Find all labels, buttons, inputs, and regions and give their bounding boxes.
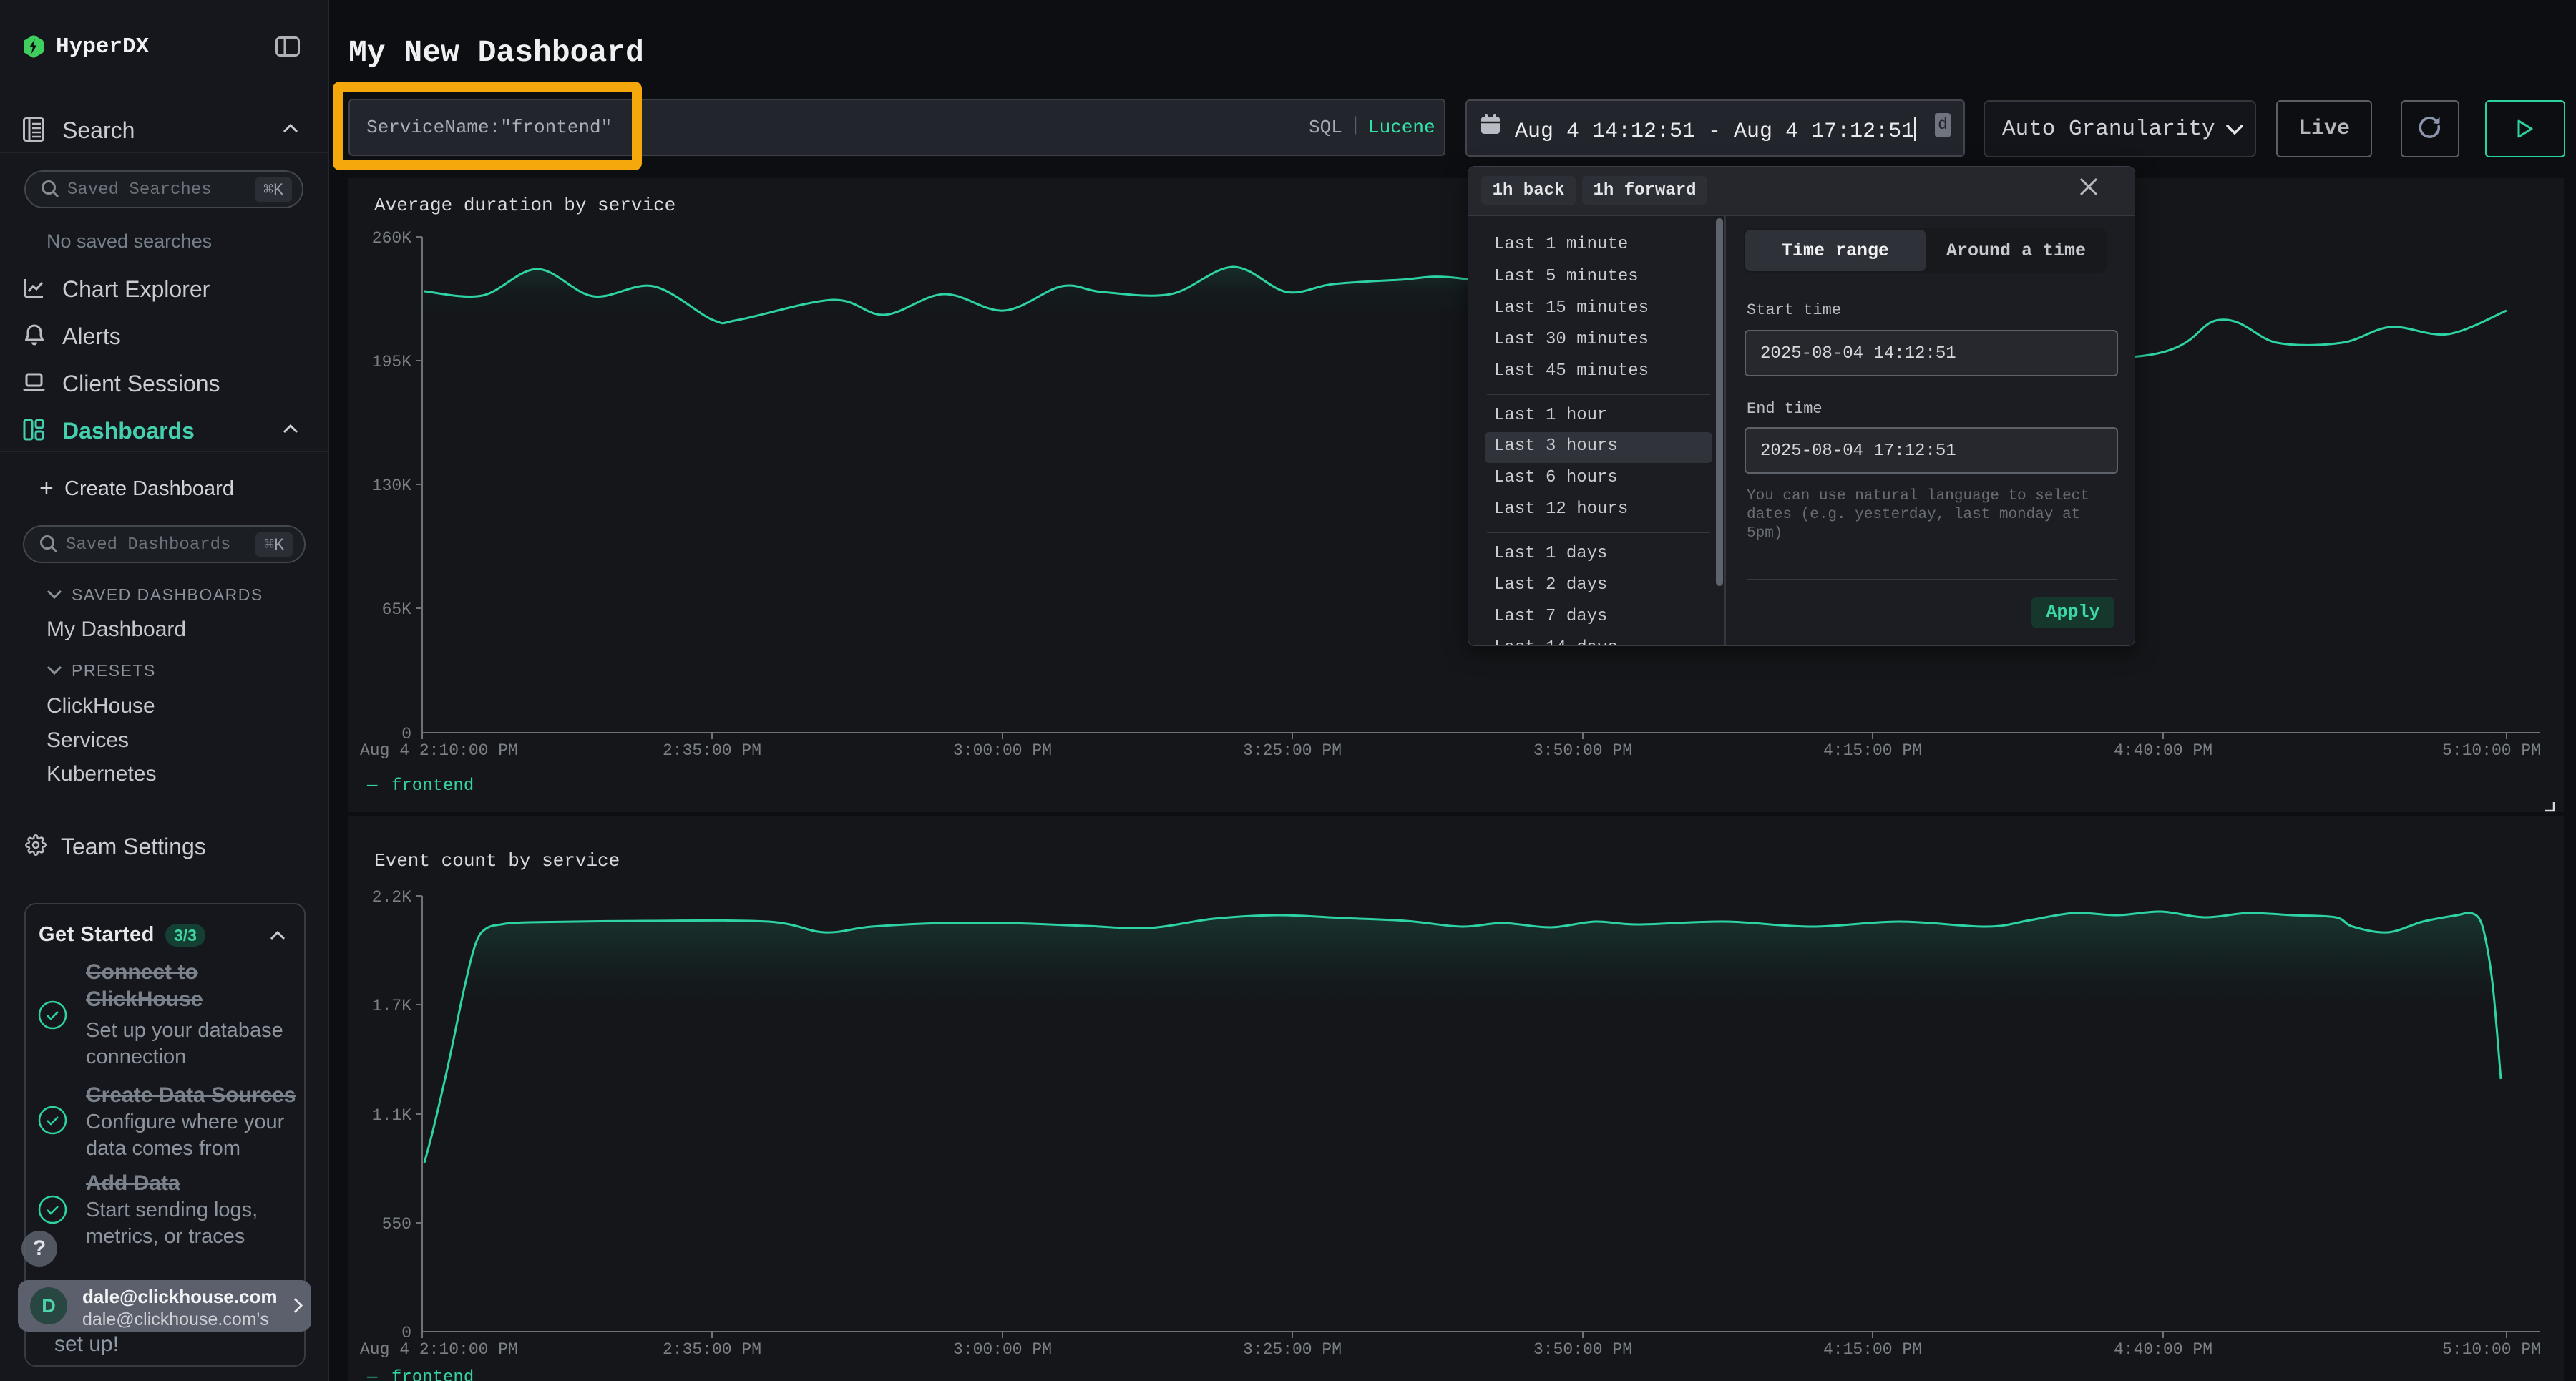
svg-text:Aug 4 2:10:00 PM: Aug 4 2:10:00 PM — [360, 741, 518, 760]
svg-text:Aug 4 2:10:00 PM: Aug 4 2:10:00 PM — [360, 1340, 518, 1359]
svg-text:130K: 130K — [372, 477, 411, 495]
svg-text:—: — — [366, 1368, 378, 1381]
svg-text:260K: 260K — [372, 229, 411, 248]
svg-text:4:40:00 PM: 4:40:00 PM — [2114, 741, 2212, 760]
svg-text:5:10:00 PM: 5:10:00 PM — [2442, 1340, 2541, 1359]
svg-text:1.7K: 1.7K — [372, 997, 411, 1015]
svg-text:frontend: frontend — [391, 776, 474, 796]
svg-text:195K: 195K — [372, 353, 411, 371]
svg-text:4:15:00 PM: 4:15:00 PM — [1823, 1340, 1922, 1359]
svg-text:550: 550 — [382, 1215, 411, 1234]
svg-text:3:00:00 PM: 3:00:00 PM — [953, 741, 1052, 760]
svg-text:3:50:00 PM: 3:50:00 PM — [1533, 1340, 1632, 1359]
svg-text:5:10:00 PM: 5:10:00 PM — [2442, 741, 2541, 760]
svg-text:3:50:00 PM: 3:50:00 PM — [1533, 741, 1632, 760]
svg-text:3:25:00 PM: 3:25:00 PM — [1243, 1340, 1342, 1359]
svg-text:3:00:00 PM: 3:00:00 PM — [953, 1340, 1052, 1359]
svg-text:—: — — [366, 776, 378, 796]
svg-text:2:35:00 PM: 2:35:00 PM — [663, 1340, 761, 1359]
svg-text:3:25:00 PM: 3:25:00 PM — [1243, 741, 1342, 760]
svg-text:4:15:00 PM: 4:15:00 PM — [1823, 741, 1922, 760]
svg-text:65K: 65K — [382, 600, 412, 619]
svg-text:frontend: frontend — [391, 1368, 474, 1381]
svg-text:1.1K: 1.1K — [372, 1106, 411, 1125]
svg-text:4:40:00 PM: 4:40:00 PM — [2114, 1340, 2212, 1359]
svg-text:2.2K: 2.2K — [372, 888, 411, 907]
svg-text:2:35:00 PM: 2:35:00 PM — [663, 741, 761, 760]
